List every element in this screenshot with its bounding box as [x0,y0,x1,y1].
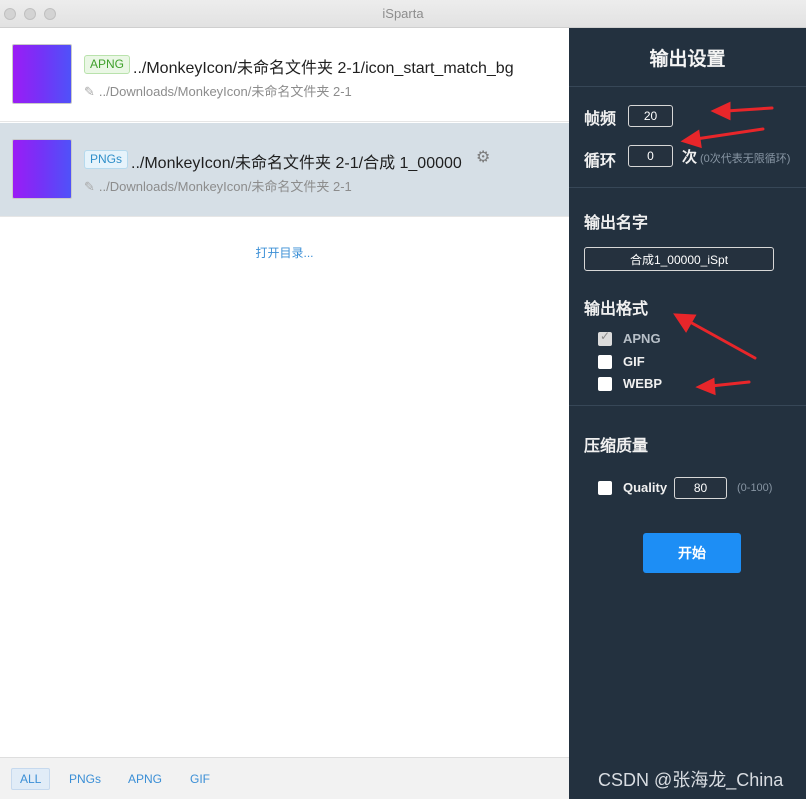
filter-tab-pngs[interactable]: PNGs [61,768,109,790]
filter-tab-gif[interactable]: GIF [182,768,218,790]
loop-input[interactable] [628,145,673,167]
filter-bar: ALL PNGs APNG GIF [0,757,569,799]
filter-tab-apng[interactable]: APNG [120,768,170,790]
filter-tab-all[interactable]: ALL [11,768,51,790]
output-name-input[interactable] [584,247,774,271]
quality-label: Quality [623,480,668,495]
file-dest-row[interactable]: ✎ ../Downloads/MonkeyIcon/未命名文件夹 2-1 [84,176,352,195]
file-source-path: ../MonkeyIcon/未命名文件夹 2-1/icon_start_matc… [133,60,514,77]
divider [569,405,806,406]
divider [569,187,806,188]
divider [569,86,806,87]
loop-hint: (0次代表无限循环) [700,153,791,165]
output-format-label: 输出格式 [584,301,649,318]
file-source-path: ../MonkeyIcon/未命名文件夹 2-1/合成 1_00000 [131,155,462,172]
file-thumbnail [12,139,72,199]
file-list-pane: APNG ../MonkeyIcon/未命名文件夹 2-1/icon_start… [0,28,569,757]
edit-pen-icon: ✎ [84,84,95,99]
file-dest-row[interactable]: ✎ ../Downloads/MonkeyIcon/未命名文件夹 2-1 [84,81,352,100]
output-name-label: 输出名字 [584,215,649,232]
open-directory-link[interactable]: 打开目录... [0,244,569,261]
edit-pen-icon: ✎ [84,179,95,194]
settings-panel: 输出设置 帧频 循环 次 (0次代表无限循环) 输出名字 输出格式 ✓ APNG… [569,28,806,799]
frame-rate-label: 帧频 [584,111,617,128]
start-button[interactable]: 开始 [643,533,741,573]
file-dest-path: ../Downloads/MonkeyIcon/未命名文件夹 2-1 [98,84,352,99]
loop-unit: 次 [682,149,698,166]
loop-label: 循环 [584,153,617,170]
gif-label: GIF [623,354,645,369]
format-badge: APNG [84,55,131,74]
file-list-item[interactable]: PNGs ../MonkeyIcon/未命名文件夹 2-1/合成 1_00000… [0,123,569,217]
quality-section-label: 压缩质量 [584,438,649,455]
quality-hint: (0-100) [737,482,773,494]
webp-checkbox[interactable] [598,377,612,391]
apng-checkbox[interactable]: ✓ [598,329,612,346]
apng-label: APNG [623,331,661,346]
webp-label: WEBP [623,376,662,391]
gif-checkbox[interactable] [598,355,612,369]
file-list-item[interactable]: APNG ../MonkeyIcon/未命名文件夹 2-1/icon_start… [0,28,569,122]
frame-rate-input[interactable] [628,105,673,127]
check-icon: ✓ [600,329,611,343]
file-dest-path: ../Downloads/MonkeyIcon/未命名文件夹 2-1 [98,179,352,194]
watermark-text: CSDN @张海龙_China [598,770,784,790]
format-badge: PNGs [84,150,129,169]
file-thumbnail [12,44,72,104]
window-title: iSparta [382,6,424,21]
settings-title: 输出设置 [649,49,726,70]
quality-input[interactable] [674,477,727,499]
quality-checkbox[interactable] [598,481,612,495]
title-bar: iSparta [0,0,806,28]
gear-icon[interactable]: ⚙ [476,147,490,167]
